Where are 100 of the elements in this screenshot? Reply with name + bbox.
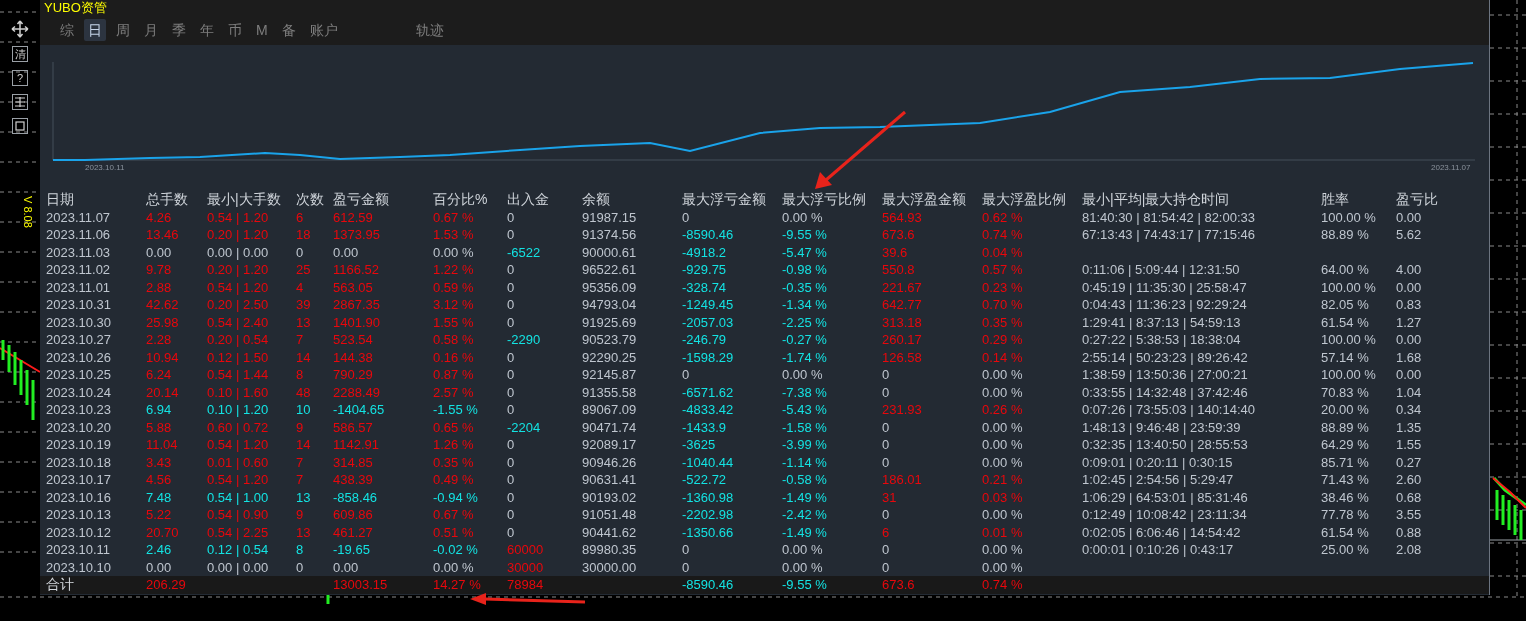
- table-cell: 2.88: [146, 279, 172, 295]
- table-cell: 8: [296, 367, 304, 382]
- table-cell: 4.00: [1396, 262, 1422, 277]
- table-cell: 0: [882, 437, 890, 452]
- table-cell: 90441.62: [582, 524, 637, 540]
- table-cell: 0.54 | 1.20: [207, 209, 269, 225]
- table-cell: 4: [296, 279, 304, 295]
- tab[interactable]: 备: [277, 19, 300, 41]
- table-cell: 70.83 %: [1321, 384, 1369, 400]
- table-cell: 6.24: [146, 367, 172, 382]
- table-cell: 2.08: [1396, 542, 1422, 557]
- table-cell: 2.28: [146, 332, 172, 347]
- table-cell: 9.78: [146, 262, 172, 277]
- tab[interactable]: 综: [56, 19, 78, 41]
- table-cell: 0.12 | 0.54: [207, 542, 269, 557]
- table-cell: 2023.10.10: [46, 559, 112, 575]
- tab[interactable]: 轨迹: [411, 19, 448, 41]
- table-cell: 0.00 %: [982, 507, 1023, 522]
- tab[interactable]: 周: [112, 19, 134, 41]
- table-cell: -1350.66: [682, 524, 734, 540]
- table-cell: 0.00 %: [982, 437, 1023, 452]
- table-cell: -6522: [507, 244, 541, 260]
- table-cell: -0.35 %: [782, 279, 827, 295]
- table-cell: 523.54: [333, 332, 373, 347]
- window-title: YUBO资管: [43, 0, 108, 15]
- table-cell: 77.78 %: [1321, 507, 1369, 522]
- table-cell: 0.00: [146, 559, 172, 575]
- table-cell: 100.00 %: [1321, 209, 1376, 225]
- table-cell: -0.58 %: [782, 472, 827, 487]
- table-cell: 0.00: [146, 244, 172, 260]
- table-cell: 0.00 %: [782, 542, 823, 557]
- table-cell: 0.00: [1396, 279, 1422, 295]
- table-cell: 95356.09: [582, 279, 637, 295]
- table-cell: 88.89 %: [1321, 227, 1369, 242]
- table-cell: 0: [296, 244, 304, 260]
- move-icon[interactable]: [11, 20, 29, 38]
- table-cell: 0: [507, 367, 515, 382]
- table-cell: 0.20 | 2.50: [207, 297, 269, 312]
- tab[interactable]: 日: [84, 19, 106, 41]
- table-cell: 0.87 %: [433, 367, 474, 382]
- table-cell: 0.21 %: [982, 472, 1023, 487]
- table-cell: 1:38:59 | 13:50:36 | 27:00:21: [1082, 367, 1248, 382]
- table-cell: 38.46 %: [1321, 489, 1369, 505]
- table-cell: 91051.48: [582, 507, 637, 522]
- table-cell: 0.83: [1396, 297, 1422, 312]
- table-cell: -1.74 %: [782, 349, 827, 365]
- table-cell: 0: [682, 367, 690, 382]
- toolbar-button[interactable]: 清: [12, 46, 28, 62]
- table-cell: -19.65: [333, 542, 370, 557]
- table-cell: 2023.10.17: [46, 472, 112, 487]
- table-cell: 48: [296, 384, 311, 400]
- table-cell: 2023.11.03: [46, 244, 111, 260]
- table-cell: 0.54 | 1.20: [207, 437, 269, 452]
- table-cell: 90946.26: [582, 454, 637, 470]
- table-cell: 0.67 %: [433, 209, 474, 225]
- table-cell: 2023.11.02: [46, 262, 111, 277]
- table-cell: 20.70: [146, 524, 179, 540]
- tab[interactable]: 年: [196, 19, 218, 41]
- table-cell: 0.01 %: [982, 524, 1023, 540]
- tab[interactable]: 账户: [305, 19, 342, 41]
- table-cell: -522.72: [682, 472, 727, 487]
- table-cell: 89067.09: [582, 402, 637, 417]
- tab[interactable]: 季: [168, 19, 190, 41]
- table-cell: 0.67 %: [433, 507, 474, 522]
- table-cell: 0:00:01 | 0:10:26 | 0:43:17: [1082, 542, 1234, 557]
- table-cell: 0: [507, 262, 515, 277]
- table-cell: 7: [296, 454, 304, 470]
- table-cell: 0:45:19 | 11:35:30 | 25:58:47: [1082, 279, 1247, 295]
- table-cell: 0.10 | 1.20: [207, 402, 269, 417]
- table-cell: -5.43 %: [782, 402, 827, 417]
- table-cell: 61.54 %: [1321, 524, 1369, 540]
- table-cell: 30000: [507, 559, 544, 575]
- table-cell: 1:02:45 | 2:54:56 | 5:29:47: [1082, 472, 1234, 487]
- table-cell: -4918.2: [682, 244, 727, 260]
- tab[interactable]: 币: [224, 19, 246, 41]
- table-cell: 0: [882, 384, 890, 400]
- table-cell: 39: [296, 297, 311, 312]
- table-cell: 206.29: [146, 577, 186, 592]
- table-cell: 6: [882, 524, 890, 540]
- tab[interactable]: M: [252, 19, 272, 41]
- toolbar-button[interactable]: ?: [12, 70, 28, 86]
- tab[interactable]: 月: [140, 19, 162, 41]
- table-cell: 81:40:30 | 81:54:42 | 82:00:33: [1082, 209, 1255, 225]
- table-cell: 0:32:35 | 13:40:50 | 28:55:53: [1082, 437, 1248, 452]
- table-cell: 0.60 | 0.72: [207, 419, 269, 435]
- axis-label: 2023.11.07: [1431, 162, 1471, 174]
- table-cell: -1360.98: [682, 489, 734, 505]
- column-header: 最大浮亏比例: [782, 191, 866, 208]
- grid-icon[interactable]: [12, 94, 28, 110]
- table-cell: 0: [882, 367, 890, 382]
- table-cell: 9: [296, 507, 304, 522]
- table-cell: 4.56: [146, 472, 172, 487]
- window-icon[interactable]: [12, 118, 28, 134]
- table-cell: -1598.29: [682, 349, 734, 365]
- table-cell: 0.74 %: [982, 577, 1023, 592]
- table-cell: 0.16 %: [433, 349, 474, 365]
- table-cell: 78984: [507, 577, 544, 592]
- table-cell: 0.00 %: [782, 367, 823, 382]
- table-cell: 7: [296, 332, 304, 347]
- table-cell: 673.6: [882, 577, 915, 592]
